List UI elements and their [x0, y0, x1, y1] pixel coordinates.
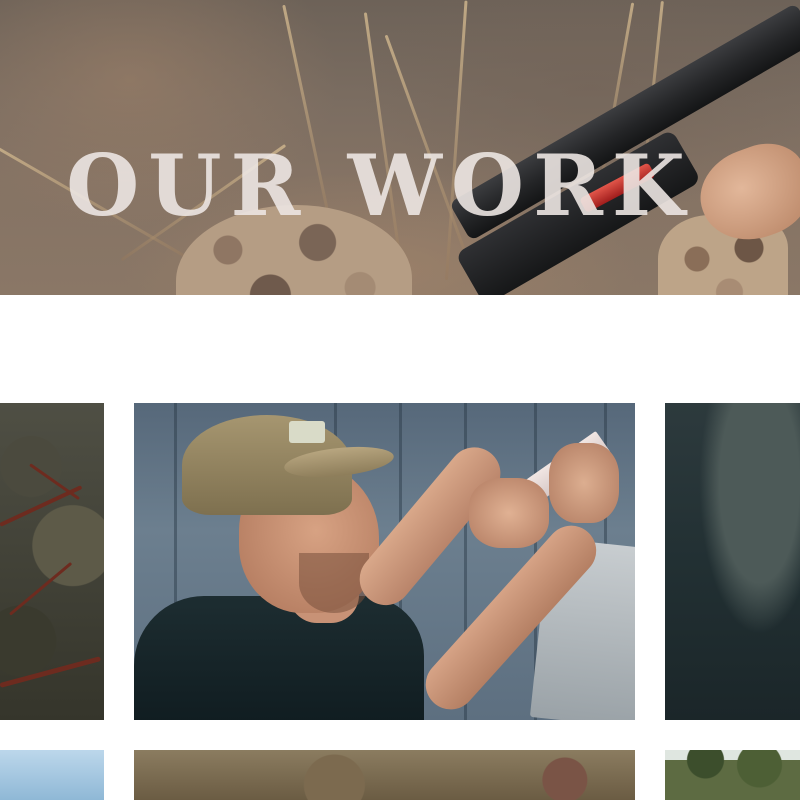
branch [29, 463, 81, 501]
gallery-tile-brown[interactable] [134, 750, 635, 800]
branch [9, 561, 73, 616]
branch [0, 656, 102, 688]
gallery-tile-sky[interactable] [0, 750, 104, 800]
page: OUR WORK [0, 0, 800, 800]
person-hand [549, 443, 619, 523]
person-shirt [134, 596, 424, 720]
hero-banner: OUR WORK [0, 0, 800, 295]
cap-patch [289, 421, 325, 443]
gallery-tile-dark[interactable] [665, 403, 800, 720]
gallery-tile-featured[interactable] [134, 403, 635, 720]
gallery-tile-trees[interactable] [665, 750, 800, 800]
page-title: OUR WORK [66, 136, 694, 236]
gallery-tile-forest[interactable] [0, 403, 104, 720]
person-beard [299, 553, 369, 613]
person-hand [469, 478, 549, 548]
